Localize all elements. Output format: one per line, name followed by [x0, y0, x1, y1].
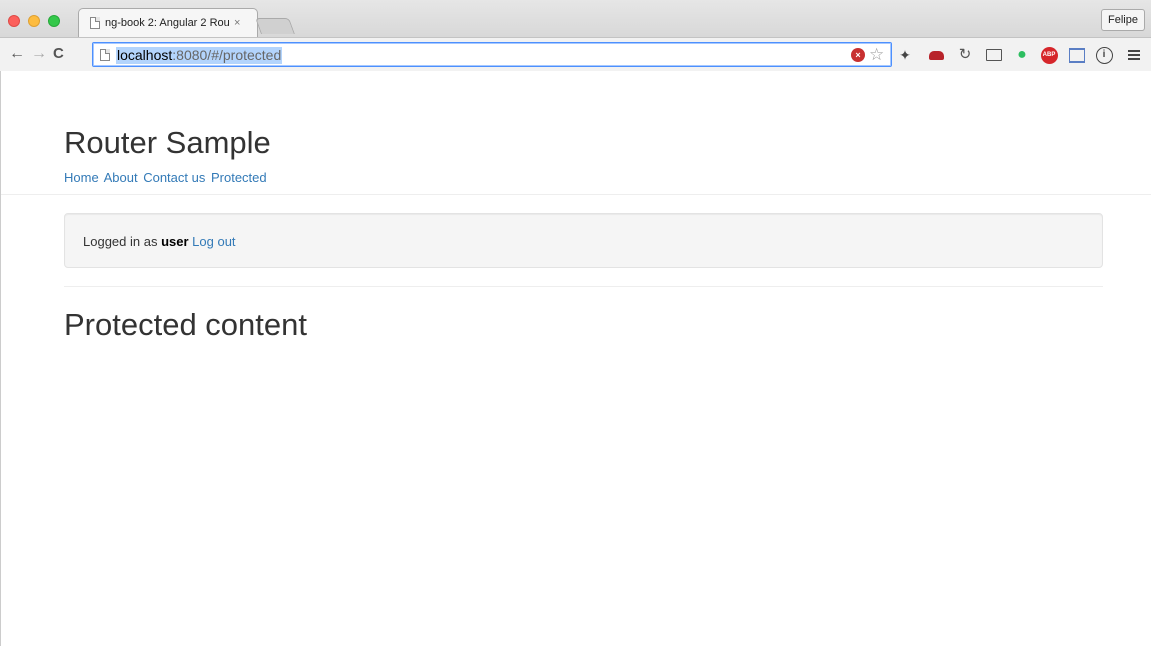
reload-icon[interactable]: C: [53, 44, 64, 64]
address-bar[interactable]: localhost:8080/#/protected × ☆: [92, 42, 892, 67]
tab-title: ng-book 2: Angular 2 Router: [105, 16, 229, 29]
active-tab-content: ng-book 2: Angular 2 Router ×: [90, 8, 255, 37]
forward-arrow-icon[interactable]: →: [31, 44, 47, 64]
profile-button[interactable]: Felipe: [1101, 9, 1145, 31]
menu-icon[interactable]: [1125, 46, 1143, 64]
page-viewport: Router Sample Home About Contact us Prot…: [0, 71, 1151, 646]
nav-link-contact[interactable]: Contact us: [143, 170, 205, 185]
login-username: user: [161, 234, 189, 249]
bookmark-star-icon[interactable]: ☆: [869, 45, 884, 65]
maximize-window-button[interactable]: [48, 15, 60, 27]
sofa-extension-icon[interactable]: [927, 46, 945, 64]
evernote-icon[interactable]: ●: [1013, 46, 1031, 64]
login-status: Logged in as user Log out: [83, 234, 236, 249]
tab-close-icon[interactable]: ×: [234, 17, 240, 29]
adblock-plus-icon[interactable]: [1040, 46, 1058, 64]
page-header: Router Sample Home About Contact us Prot…: [1, 71, 1151, 195]
page-icon: [100, 49, 110, 61]
url-host: localhost: [117, 47, 173, 63]
tab-strip: ng-book 2: Angular 2 Router × Felipe: [0, 0, 1151, 38]
site-title: Router Sample: [64, 125, 271, 160]
url-text[interactable]: localhost:8080/#/protected: [116, 47, 283, 64]
main-nav: Home About Contact us Protected: [64, 170, 269, 185]
page-heading: Protected content: [64, 307, 307, 342]
back-arrow-icon[interactable]: ←: [9, 44, 25, 64]
nav-link-protected[interactable]: Protected: [211, 170, 267, 185]
cast-icon[interactable]: [985, 46, 1003, 64]
frame-extension-icon[interactable]: [1068, 46, 1086, 64]
logout-link[interactable]: Log out: [192, 234, 235, 249]
divider: [64, 286, 1103, 287]
login-status-well: Logged in as user Log out: [64, 213, 1103, 268]
stop-icon[interactable]: ×: [851, 48, 865, 62]
nav-link-home[interactable]: Home: [64, 170, 99, 185]
sync-extension-icon[interactable]: ↻: [956, 46, 974, 64]
login-prefix: Logged in as: [83, 234, 158, 249]
info-extension-icon[interactable]: [1095, 46, 1113, 64]
close-window-button[interactable]: [8, 15, 20, 27]
page-icon: [90, 16, 100, 29]
url-path: :8080/#/protected: [172, 47, 282, 63]
minimize-window-button[interactable]: [28, 15, 40, 27]
new-tab-button[interactable]: [255, 18, 295, 34]
browser-chrome: ng-book 2: Angular 2 Router × Felipe ← →…: [0, 0, 1151, 71]
nav-link-about[interactable]: About: [104, 170, 138, 185]
browser-toolbar: ← → C localhost:8080/#/protected × ☆ ✦ ↻…: [0, 37, 1151, 71]
pin-extension-icon[interactable]: ✦: [896, 46, 914, 64]
